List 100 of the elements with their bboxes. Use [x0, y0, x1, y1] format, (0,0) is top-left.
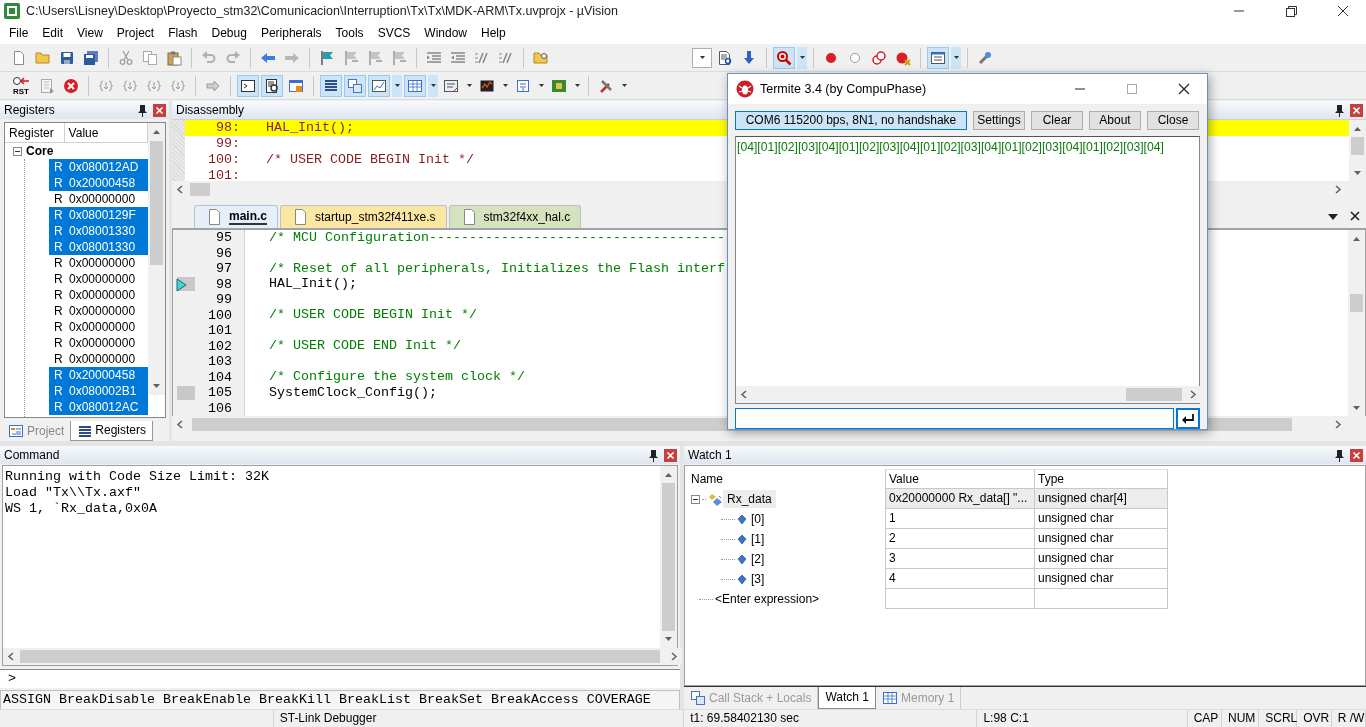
port-settings-button[interactable]: COM6 115200 bps, 8N1, no handshake [735, 111, 967, 130]
toolbar-button[interactable]: About [1089, 111, 1141, 130]
column-header[interactable]: Value [885, 469, 1035, 489]
column-header[interactable]: Type [1035, 469, 1168, 489]
register-row[interactable]: R 0x00000000 [49, 335, 148, 351]
close-button[interactable] [1350, 103, 1363, 117]
call-stack-window-icon[interactable] [344, 74, 366, 97]
vertical-scrollbar[interactable] [660, 466, 677, 648]
collapse-toggle[interactable] [691, 494, 700, 504]
disassembly-window-icon[interactable] [261, 74, 283, 97]
value-cell[interactable]: 3 [885, 549, 1035, 569]
file-tab[interactable]: main.c [194, 205, 278, 228]
pin-icon[interactable] [1333, 448, 1346, 462]
register-row[interactable]: R 0x080012AD [49, 159, 148, 175]
panel-tab[interactable]: Registers [70, 421, 154, 441]
panel-title: Disassembly [176, 102, 245, 118]
caret-icon[interactable] [797, 46, 807, 69]
menu-item[interactable]: SVCS [370, 22, 418, 44]
close-button[interactable] [153, 103, 166, 117]
value-cell[interactable]: 1 [885, 509, 1035, 529]
horizontal-scrollbar[interactable] [3, 648, 682, 665]
register-row[interactable]: R 0x00000000 [49, 271, 148, 287]
horizontal-scrollbar[interactable] [736, 386, 1201, 403]
register-row[interactable]: R 0x20000458 [49, 175, 148, 191]
toolbar-button[interactable]: Settings [973, 111, 1025, 130]
pin-icon[interactable] [136, 103, 149, 117]
toolbar-button[interactable]: Close [1147, 111, 1199, 130]
pin-icon[interactable] [1333, 103, 1346, 117]
collapse-toggle[interactable] [13, 146, 22, 156]
caret-icon[interactable] [428, 74, 438, 97]
status-item: R /W [1331, 709, 1366, 727]
menu-item[interactable]: Help [474, 22, 513, 44]
register-row[interactable]: R 0x00000000 [49, 319, 148, 335]
value-cell[interactable]: 2 [885, 529, 1035, 549]
variable-name[interactable]: [0] [747, 509, 769, 529]
menu-item[interactable]: Tools [328, 22, 371, 44]
add-expression-prompt[interactable]: <Enter expression> [715, 591, 820, 607]
register-row[interactable]: R 0x08001330 [49, 223, 148, 239]
value-cell[interactable]: 0x20000000 Rx_data[] "... [885, 489, 1035, 509]
register-row[interactable]: R 0x00000000 [49, 255, 148, 271]
menu-item[interactable]: Peripherals [253, 22, 329, 44]
debug-session-icon[interactable] [773, 46, 795, 69]
caret-icon[interactable] [951, 46, 961, 69]
register-row[interactable]: R 0x08001330 [49, 239, 148, 255]
register-row[interactable]: R 0x080012AC [49, 399, 148, 415]
line-number: 98: [215, 120, 240, 136]
caret-icon[interactable] [392, 74, 402, 97]
variable-name[interactable]: [1] [747, 529, 769, 549]
document-icon [461, 209, 476, 225]
value-cell[interactable] [885, 589, 1035, 609]
reset-button[interactable]: RST [8, 73, 34, 98]
register-row[interactable]: R 0x080002B1 [49, 383, 148, 399]
menu-item[interactable]: File [2, 22, 36, 44]
value-cell[interactable]: 4 [885, 569, 1035, 589]
vertical-scrollbar[interactable] [1348, 230, 1365, 417]
close-button[interactable] [1350, 448, 1363, 462]
variable-name[interactable]: Rx_data [723, 489, 776, 509]
vertical-scrollbar[interactable] [1349, 120, 1366, 182]
menu-item[interactable]: Debug [204, 22, 254, 44]
register-name: R [53, 351, 64, 367]
menu-item[interactable]: Window [417, 22, 474, 44]
register-value: 0x00000000 [69, 303, 136, 319]
panel-tab[interactable]: Watch 1 [818, 687, 876, 709]
column-header[interactable]: Name [685, 469, 885, 489]
register-value: 0x00000000 [69, 351, 136, 367]
register-row[interactable]: R 0x20000458 [49, 367, 148, 383]
register-row[interactable]: R 0x00000000 [49, 191, 148, 207]
variable-name[interactable]: [2] [747, 549, 769, 569]
tree-group-label[interactable]: Core [26, 143, 54, 159]
register-value: 0x20000458 [69, 367, 136, 383]
memory-window-icon[interactable] [404, 74, 426, 97]
file-tab[interactable]: startup_stm32f411xe.s [280, 205, 447, 228]
send-button[interactable] [1176, 408, 1200, 429]
menu-item[interactable]: View [70, 22, 110, 44]
line-number: 97 [215, 261, 233, 277]
register-row[interactable]: R 0x0800129F [49, 207, 148, 223]
minimize-icon [1075, 88, 1085, 90]
command-window-icon[interactable] [237, 74, 259, 97]
register-row[interactable]: R 0x00000000 [49, 287, 148, 303]
code-text: SystemClock_Config(); [269, 384, 437, 401]
register-row[interactable]: R 0x00000000 [49, 351, 148, 367]
watch-window-icon[interactable] [368, 74, 390, 97]
vertical-scrollbar[interactable] [148, 123, 165, 395]
close-icon[interactable] [1350, 211, 1360, 221]
pin-icon[interactable] [647, 448, 660, 462]
toolbar-button[interactable]: Clear [1031, 111, 1083, 130]
menu-item[interactable]: Project [109, 22, 162, 44]
register-row[interactable]: R 0x00000000 [49, 303, 148, 319]
reset-icon [12, 75, 30, 88]
variable-name[interactable]: [3] [747, 569, 769, 589]
menu-item[interactable]: Flash [161, 22, 205, 44]
registers-window-icon[interactable] [320, 74, 342, 97]
message-input[interactable] [735, 408, 1174, 429]
dropdown-icon[interactable] [1328, 214, 1338, 220]
register-value: 0x00000000 [69, 335, 136, 351]
file-tab[interactable]: stm32f4xx_hal.c [448, 205, 582, 228]
close-button[interactable] [664, 448, 677, 462]
menu-item[interactable]: Edit [35, 22, 71, 44]
window-layout-icon[interactable] [927, 46, 949, 69]
register-value: 0x00000000 [69, 319, 136, 335]
